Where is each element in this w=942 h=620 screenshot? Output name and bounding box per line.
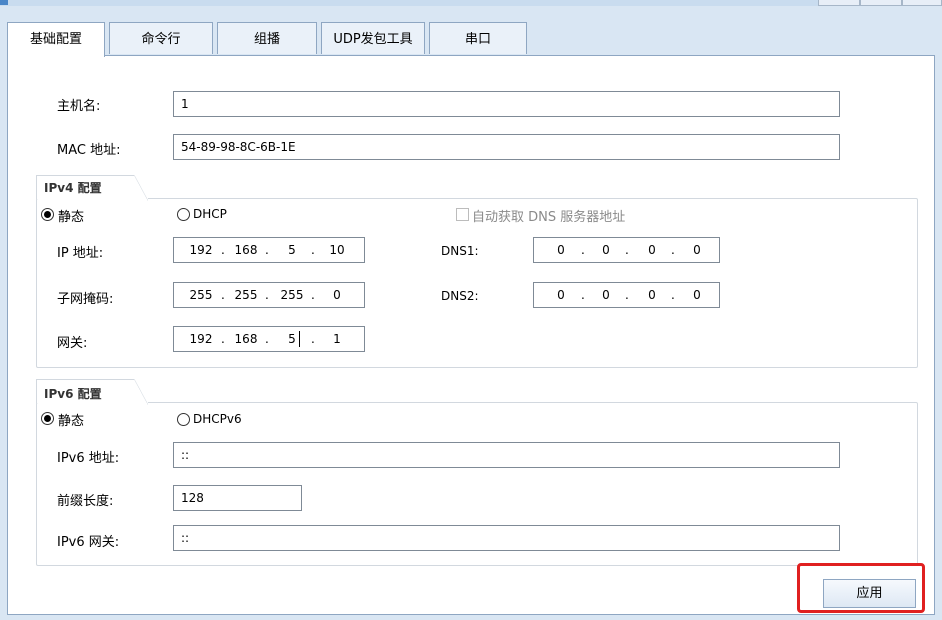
- ipv6-gateway-label: IPv6 网关:: [57, 535, 120, 550]
- ip-octet-4: 10: [329, 243, 345, 257]
- ip-input[interactable]: 192 . 168 . 5 . 10: [173, 237, 365, 263]
- ipv6-group-title: IPv6 配置: [44, 387, 102, 401]
- auto-dns-label: 自动获取 DNS 服务器地址: [472, 210, 626, 225]
- app-icon: [0, 0, 8, 5]
- maximize-button[interactable]: [860, 0, 902, 6]
- gateway-label: 网关:: [57, 336, 88, 351]
- dns1-octet-4: 0: [693, 243, 701, 257]
- gateway-octet-2: 168: [234, 332, 258, 346]
- mask-octet-2: 255: [234, 288, 258, 302]
- ipv4-static-radio[interactable]: [41, 208, 54, 221]
- close-button[interactable]: [902, 0, 942, 6]
- highlight-box: [797, 563, 925, 613]
- mac-input[interactable]: 54-89-98-8C-6B-1E: [173, 134, 840, 160]
- ipv6-dhcp-radio[interactable]: [177, 413, 190, 426]
- auto-dns-checkbox[interactable]: [456, 208, 469, 221]
- ip-octet-1: 192: [189, 243, 213, 257]
- dns2-octet-3: 0: [648, 288, 656, 302]
- ip-label: IP 地址:: [57, 246, 104, 261]
- mask-octet-4: 0: [333, 288, 341, 302]
- dns2-input[interactable]: 0 . 0 . 0 . 0: [533, 282, 720, 308]
- tab-serial[interactable]: 串口: [429, 22, 527, 54]
- ipv4-dhcp-radio[interactable]: [177, 208, 190, 221]
- hostname-input[interactable]: 1: [173, 91, 840, 117]
- dns1-input[interactable]: 0 . 0 . 0 . 0: [533, 237, 720, 263]
- tab-udp-tool[interactable]: UDP发包工具: [321, 22, 425, 54]
- mac-label: MAC 地址:: [57, 143, 121, 158]
- hostname-label: 主机名:: [57, 99, 101, 114]
- ipv6-dhcp-label: DHCPv6: [193, 412, 242, 426]
- window-titlebar: [0, 0, 942, 6]
- gateway-octet-1: 192: [189, 332, 213, 346]
- ip-octet-3: 5: [288, 243, 296, 257]
- dns2-octet-4: 0: [693, 288, 701, 302]
- ipv4-group-title: IPv4 配置: [44, 181, 102, 195]
- mask-input[interactable]: 255 . 255 . 255 . 0: [173, 282, 365, 308]
- ipv6-addr-input[interactable]: ::: [173, 442, 840, 468]
- ipv6-static-label: 静态: [58, 414, 85, 429]
- tab-multicast[interactable]: 组播: [217, 22, 317, 54]
- dns1-label: DNS1:: [441, 244, 479, 258]
- ipv6-gateway-input[interactable]: ::: [173, 525, 840, 551]
- dns1-octet-3: 0: [648, 243, 656, 257]
- ipv6-static-radio[interactable]: [41, 412, 54, 425]
- mask-label: 子网掩码:: [57, 292, 114, 307]
- mask-octet-3: 255: [280, 288, 304, 302]
- dns2-octet-1: 0: [557, 288, 565, 302]
- dns2-octet-2: 0: [602, 288, 610, 302]
- prefix-label: 前缀长度:: [57, 494, 114, 509]
- dns1-octet-1: 0: [557, 243, 565, 257]
- mask-octet-1: 255: [189, 288, 213, 302]
- gateway-input[interactable]: 192 . 168 . 5 . 1: [173, 326, 365, 352]
- minimize-button[interactable]: [818, 0, 860, 6]
- ip-octet-2: 168: [234, 243, 258, 257]
- text-cursor: [299, 331, 300, 347]
- ipv6-addr-label: IPv6 地址:: [57, 451, 120, 466]
- config-panel: 主机名: 1 MAC 地址: 54-89-98-8C-6B-1E IPv4 配置…: [7, 55, 935, 615]
- gateway-octet-4: 1: [333, 332, 341, 346]
- gateway-octet-3: 5: [288, 332, 296, 346]
- dns2-label: DNS2:: [441, 289, 479, 303]
- ipv4-static-label: 静态: [58, 210, 85, 225]
- tab-command-line[interactable]: 命令行: [109, 22, 213, 54]
- ipv4-dhcp-label: DHCP: [193, 207, 227, 221]
- dns1-octet-2: 0: [602, 243, 610, 257]
- prefix-input[interactable]: 128: [173, 485, 302, 511]
- tab-basic-config[interactable]: 基础配置: [7, 22, 105, 57]
